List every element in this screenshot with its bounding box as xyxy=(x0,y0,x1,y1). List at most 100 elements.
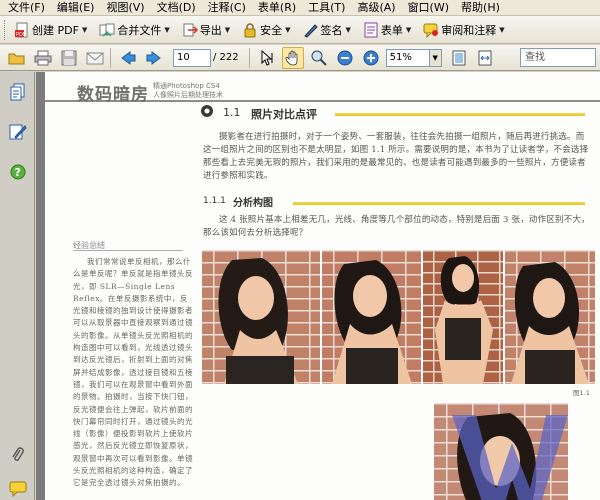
help-panel-button[interactable]: ? xyxy=(8,162,28,182)
section-rule xyxy=(335,113,585,116)
menu-window[interactable]: 窗口(W) xyxy=(402,0,455,16)
next-page-icon xyxy=(146,50,161,65)
zoom-in-button[interactable] xyxy=(360,47,382,69)
select-text-icon xyxy=(261,49,273,66)
previous-page-button[interactable] xyxy=(117,47,139,69)
combine-files-button[interactable]: 合并文件 ▼ xyxy=(97,19,173,41)
next-page-button[interactable] xyxy=(143,47,165,69)
prev-page-icon xyxy=(121,50,136,65)
comments-icon xyxy=(9,481,27,497)
page-total: / 222 xyxy=(213,52,239,63)
body-paragraph: 摄影者在进行拍摄时，对于一个姿势、一套服装，往往会先拍摄一组照片，随后再进行挑选… xyxy=(203,132,589,181)
menu-bar: 文件(F) 编辑(E) 视图(V) 文档(D) 注释(C) 表单(R) 工具(T… xyxy=(0,0,600,16)
page-number-input[interactable]: 10 xyxy=(173,48,211,67)
sidebar-note-text: 我们常常说单反相机，那么什么是单反呢？单反就是指单镜头反光，即 SLR—Sing… xyxy=(73,257,193,488)
section-number: 1.1 xyxy=(223,106,241,119)
menu-advanced[interactable]: 高级(A) xyxy=(351,0,401,16)
portrait-photo-4 xyxy=(505,250,595,384)
email-button[interactable] xyxy=(84,47,106,69)
chevron-down-icon: ▼ xyxy=(164,25,170,34)
subsection-rule xyxy=(293,202,585,205)
sign-button[interactable]: 签名 ▼ xyxy=(301,19,355,41)
forms-button[interactable]: 表单 ▼ xyxy=(361,19,415,41)
combine-icon xyxy=(99,22,115,38)
sidebar-note-rule xyxy=(73,250,183,251)
portrait-photo-1 xyxy=(202,250,320,384)
open-button[interactable] xyxy=(6,47,28,69)
create-pdf-button[interactable]: PDF 创建 PDF ▼ xyxy=(12,19,91,41)
body-paragraph-2: 这 4 张照片基本上相差无几，光线、角度等几个部位的动态，特别是后面 3 张，动… xyxy=(203,215,590,238)
forms-label: 表单 xyxy=(380,23,403,37)
chevron-down-icon: ▼ xyxy=(345,25,351,34)
hand-tool-button[interactable] xyxy=(281,46,304,69)
select-tool-button[interactable] xyxy=(256,47,278,69)
menu-tools[interactable]: 工具(T) xyxy=(302,0,351,16)
zoom-marquee-icon xyxy=(311,50,327,66)
section-bullet-icon xyxy=(201,105,213,117)
section-title: 照片对比点评 xyxy=(251,108,317,121)
combine-files-label: 合并文件 xyxy=(117,23,162,37)
figure-photo-strip xyxy=(202,250,595,384)
portrait-photo-3 xyxy=(423,250,503,384)
menu-document[interactable]: 文档(D) xyxy=(151,0,202,16)
chevron-down-icon: ▼ xyxy=(405,25,412,34)
zoom-in-icon xyxy=(363,50,379,65)
pdf-page: 数码暗房 精通Photoshop CS4 人像照片后期处理技术 1.1 照片对比… xyxy=(45,72,600,500)
figure-caption: 图1.1 xyxy=(573,389,590,397)
menu-help[interactable]: 帮助(H) xyxy=(455,0,506,16)
review-comment-icon xyxy=(423,22,439,38)
comments-panel-button[interactable] xyxy=(8,480,28,498)
chevron-down-icon: ▼ xyxy=(499,25,505,34)
menu-comments[interactable]: 注释(C) xyxy=(202,0,252,16)
security-button[interactable]: 安全 ▼ xyxy=(240,19,294,41)
header-title: 数码暗房 xyxy=(77,85,149,105)
subsection-number: 1.1.1 xyxy=(203,196,226,206)
fit-page-button[interactable] xyxy=(448,47,470,69)
menu-forms[interactable]: 表单(R) xyxy=(252,0,302,16)
zoom-dropdown-button[interactable]: ▼ xyxy=(429,48,442,67)
menu-view[interactable]: 视图(V) xyxy=(100,0,150,16)
chevron-down-icon: ▼ xyxy=(81,25,88,34)
svg-text:?: ? xyxy=(15,166,21,179)
export-button[interactable]: 导出 ▼ xyxy=(180,19,234,41)
page-header: 数码暗房 精通Photoshop CS4 人像照片后期处理技术 xyxy=(45,80,600,105)
review-comment-button[interactable]: 审阅和注释 ▼ xyxy=(421,19,508,41)
hand-tool-icon xyxy=(285,50,298,65)
signatures-panel-button[interactable] xyxy=(8,122,28,142)
create-pdf-icon: PDF xyxy=(14,22,30,38)
fit-page-icon xyxy=(452,50,466,65)
print-button[interactable] xyxy=(32,47,54,69)
create-pdf-label: 创建 PDF xyxy=(32,23,79,37)
header-subtitle-2: 人像照片后期处理技术 xyxy=(153,91,223,99)
open-folder-icon xyxy=(8,53,25,64)
separator xyxy=(110,47,111,68)
chevron-down-icon: ▼ xyxy=(432,53,438,62)
signatures-icon xyxy=(9,124,27,140)
fit-width-button[interactable] xyxy=(474,47,496,69)
export-label: 导出 xyxy=(199,23,222,37)
attachments-panel-button[interactable] xyxy=(8,446,28,464)
save-button[interactable] xyxy=(58,47,80,69)
menu-edit[interactable]: 编辑(E) xyxy=(51,0,101,16)
portrait-photo-5 xyxy=(434,403,568,500)
review-comment-label: 审阅和注释 xyxy=(441,23,497,37)
zoom-out-button[interactable] xyxy=(334,47,356,69)
search-input[interactable]: 查找 xyxy=(520,48,596,67)
help-icon: ? xyxy=(10,164,26,180)
subsection-title: 分析构图 xyxy=(233,198,273,209)
separator xyxy=(248,47,250,68)
zoom-marquee-button[interactable] xyxy=(308,47,330,69)
pages-panel-button[interactable] xyxy=(8,82,28,102)
file-toolbar: 10 / 222 51% ▼ 查找 xyxy=(0,45,600,71)
print-icon xyxy=(34,50,52,65)
toolbar-grip[interactable] xyxy=(4,19,7,40)
document-view[interactable]: 数码暗房 精通Photoshop CS4 人像照片后期处理技术 1.1 照片对比… xyxy=(36,72,600,500)
export-icon xyxy=(182,22,198,38)
save-disk-icon xyxy=(61,50,77,65)
menu-file[interactable]: 文件(F) xyxy=(2,0,51,16)
zoom-level-input[interactable]: 51% xyxy=(385,48,430,67)
tasks-toolbar: PDF 创建 PDF▼ 合并文件▼ 导出▼ 安全▼ 签名▼ 表单▼ xyxy=(0,16,600,44)
zoom-out-icon xyxy=(337,50,353,65)
chevron-down-icon: ▼ xyxy=(285,25,291,34)
portrait-photo-2 xyxy=(322,250,421,384)
